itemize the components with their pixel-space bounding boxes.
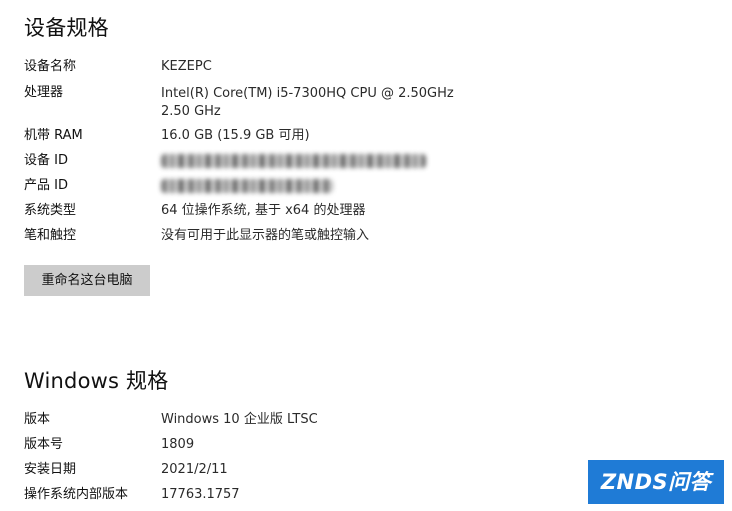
device-specs-heading: 设备规格: [24, 16, 109, 40]
edition-label: 版本: [24, 412, 51, 427]
version-value: 1809: [161, 437, 195, 452]
znds-watermark-logo: ZNDS问答: [588, 460, 724, 504]
version-label: 版本号: [24, 437, 64, 452]
install-date-value: 2021/2/11: [161, 462, 228, 477]
ram-value: 16.0 GB (15.9 GB 可用): [161, 128, 310, 143]
rename-pc-button[interactable]: 重命名这台电脑: [24, 265, 150, 296]
edition-value: Windows 10 企业版 LTSC: [161, 412, 318, 427]
device-name-label: 设备名称: [24, 59, 77, 74]
processor-value: Intel(R) Core(TM) i5-7300HQ CPU @ 2.50GH…: [161, 86, 454, 101]
system-type-label: 系统类型: [24, 203, 77, 218]
processor-value-line2: 2.50 GHz: [161, 104, 221, 119]
processor-label: 处理器: [24, 85, 64, 100]
ram-label: 机带 RAM: [24, 128, 83, 143]
windows-specs-heading: Windows 规格: [24, 369, 169, 393]
install-date-label: 安装日期: [24, 462, 77, 477]
pen-touch-value: 没有可用于此显示器的笔或触控输入: [161, 228, 370, 243]
about-settings-page: 设备规格 设备名称 KEZEPC 处理器 Intel(R) Core(TM) i…: [0, 0, 732, 511]
os-build-label: 操作系统内部版本: [24, 487, 129, 502]
pen-touch-label: 笔和触控: [24, 228, 77, 243]
product-id-redacted-value: [161, 179, 333, 193]
device-id-label: 设备 ID: [24, 153, 68, 168]
device-name-value: KEZEPC: [161, 59, 212, 74]
system-type-value: 64 位操作系统, 基于 x64 的处理器: [161, 203, 366, 218]
product-id-label: 产品 ID: [24, 178, 68, 193]
os-build-value: 17763.1757: [161, 487, 240, 502]
device-id-redacted-value: [161, 154, 426, 168]
